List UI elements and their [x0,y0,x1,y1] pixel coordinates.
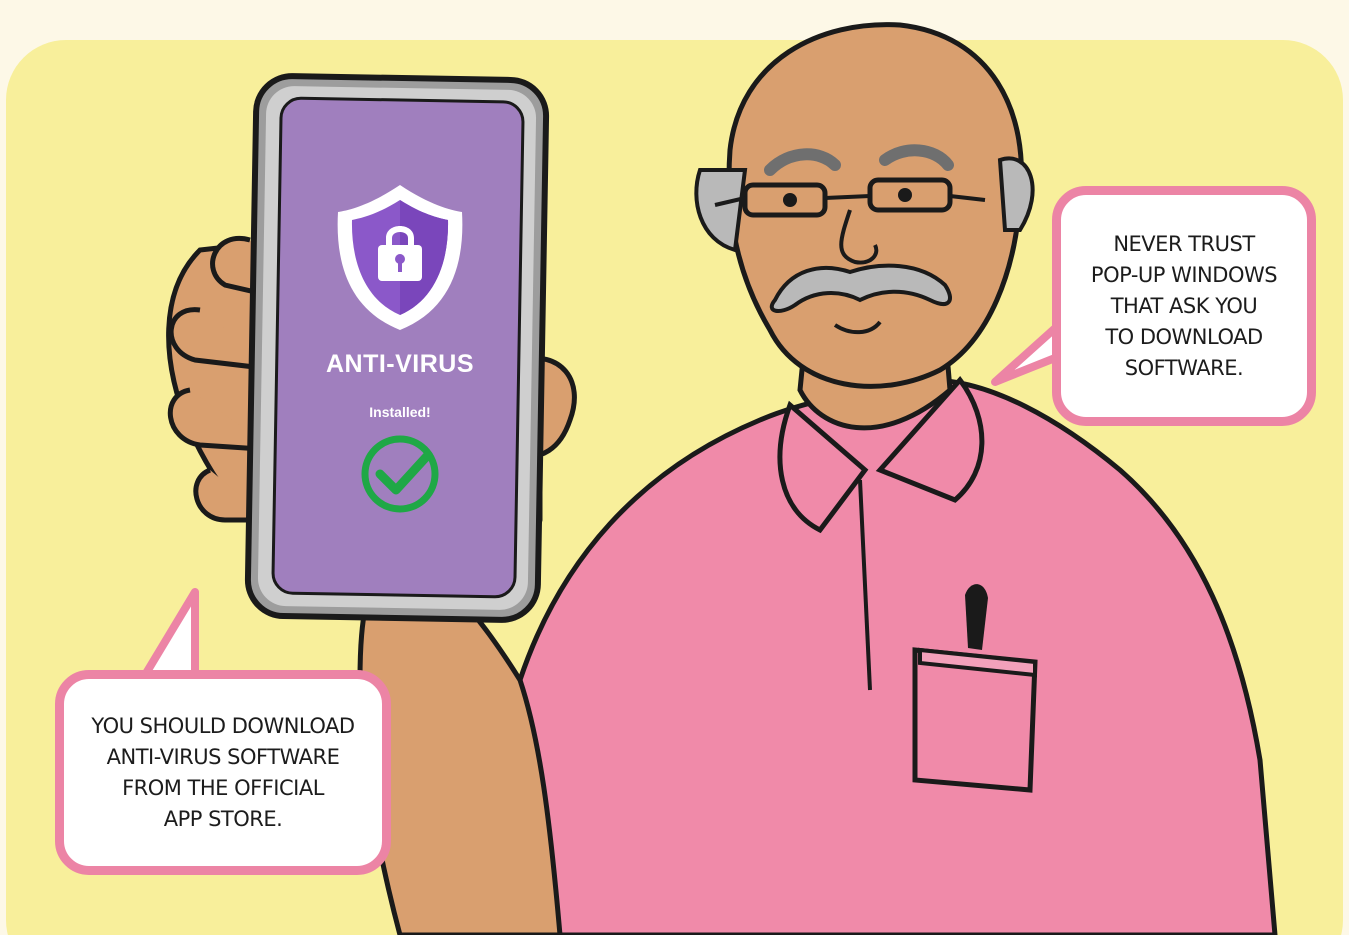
install-status-label: Installed! [369,404,431,420]
bubble-line: TO DOWNLOAD [1105,324,1263,349]
comic-panel-stage: ANTI-VIRUS Installed! NEVER TRUST POP-UP… [0,0,1349,935]
speech-bubble-right: NEVER TRUST POP-UP WINDOWS THAT ASK YOU … [1052,186,1316,426]
bubble-line: THAT ASK YOU [1110,293,1258,318]
bubble-line: FROM THE OFFICIAL [122,775,324,800]
head [726,22,1024,389]
speech-bubble-left: YOU SHOULD DOWNLOAD ANTI-VIRUS SOFTWARE … [55,670,391,875]
bubble-line: ANTI-VIRUS SOFTWARE [106,744,340,769]
bubble-line: NEVER TRUST [1113,231,1255,256]
bubble-line: YOU SHOULD DOWNLOAD [91,713,355,738]
app-name-label: ANTI-VIRUS [325,350,475,378]
bubble-line: SOFTWARE. [1124,355,1244,380]
eye-right [898,188,912,202]
eye-left [783,193,797,207]
bubble-line: POP-UP WINDOWS [1090,262,1278,287]
bubble-line: APP STORE. [163,806,283,831]
hair-right [997,156,1035,232]
phone-screen [271,96,525,599]
hair-left [694,168,748,253]
